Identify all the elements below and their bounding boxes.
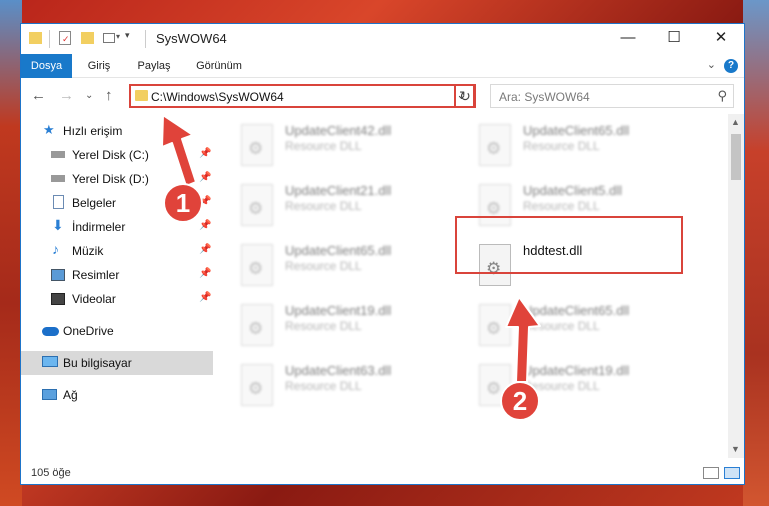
step-badge-2: 2 (500, 381, 540, 421)
arrow-2-shape (505, 296, 541, 383)
annotation-arrows (161, 114, 541, 383)
arrow-1-shape (161, 114, 197, 187)
step-badge-1: 1 (163, 183, 203, 223)
